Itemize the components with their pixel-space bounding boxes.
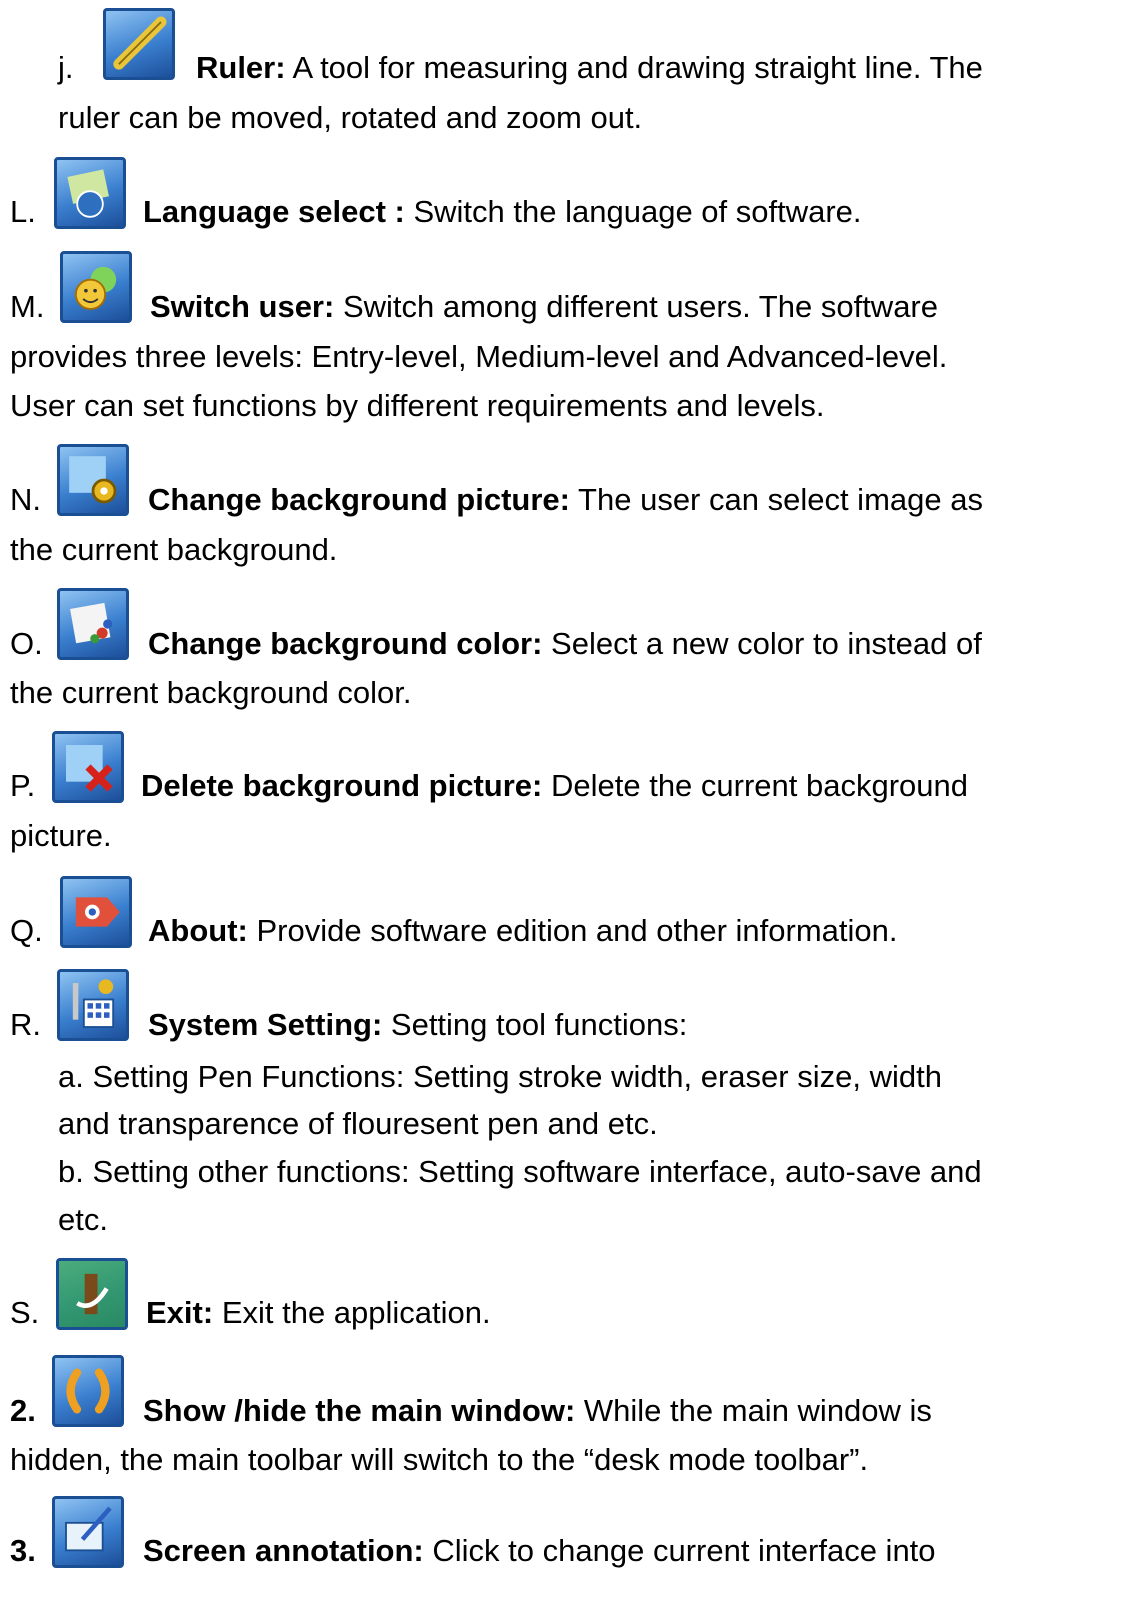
- item-continuation: hidden, the main toolbar will switch to …: [10, 1442, 869, 1477]
- document-page: j. Ruler: A tool for measuring and drawi…: [0, 0, 1126, 1619]
- background-color-icon: [57, 588, 129, 660]
- section-number: 3.: [10, 1533, 36, 1568]
- background-picture-icon: [57, 444, 129, 516]
- item-continuation: User can set functions by different requ…: [10, 388, 825, 423]
- delete-background-icon: [52, 731, 124, 803]
- item-continuation: the current background.: [10, 532, 338, 567]
- item-description: Exit the application.: [221, 1295, 491, 1330]
- item-continuation: the current background color.: [10, 675, 412, 710]
- item-continuation: picture.: [10, 818, 112, 853]
- item-description: Setting tool functions:: [390, 1007, 688, 1042]
- screen-annotation-icon: [52, 1496, 124, 1568]
- item-marker: O.: [10, 626, 43, 661]
- item-title: Delete background picture:: [141, 768, 543, 803]
- item-title: Show /hide the main window:: [143, 1393, 576, 1428]
- item-description: Provide software edition and other infor…: [256, 913, 898, 948]
- sub-item: and transparence of flouresent pen and e…: [58, 1106, 658, 1141]
- item-description: Click to change current interface into: [432, 1533, 936, 1568]
- system-setting-icon: [57, 969, 129, 1041]
- ruler-icon: [103, 8, 175, 80]
- item-marker: P.: [10, 768, 36, 803]
- language-globe-icon: [54, 157, 126, 229]
- about-icon: [60, 876, 132, 948]
- item-title: Switch user:: [150, 289, 335, 324]
- exit-icon: [56, 1258, 128, 1330]
- item-marker: L.: [10, 194, 36, 229]
- item-title: Change background picture:: [148, 482, 570, 517]
- item-title: Screen annotation:: [143, 1533, 424, 1568]
- item-marker: Q.: [10, 913, 43, 948]
- switch-user-icon: [60, 251, 132, 323]
- item-title: Ruler:: [196, 50, 286, 85]
- item-title: About:: [148, 913, 248, 948]
- item-description: A tool for measuring and drawing straigh…: [292, 50, 983, 85]
- item-marker: S.: [10, 1295, 40, 1330]
- item-description: Delete the current background: [550, 768, 969, 803]
- item-title: Language select :: [143, 194, 405, 229]
- item-description: Switch the language of software.: [413, 194, 862, 229]
- item-marker: j.: [58, 50, 74, 85]
- item-description: Switch among different users. The softwa…: [342, 289, 938, 324]
- item-continuation: provides three levels: Entry-level, Medi…: [10, 339, 948, 374]
- item-description: While the main window is: [583, 1393, 932, 1428]
- item-description: The user can select image as: [578, 482, 983, 517]
- item-continuation: ruler can be moved, rotated and zoom out…: [58, 100, 643, 135]
- item-title: Change background color:: [148, 626, 543, 661]
- sub-item: b. Setting other functions: Setting soft…: [58, 1154, 982, 1189]
- sub-item: a. Setting Pen Functions: Setting stroke…: [58, 1059, 942, 1094]
- item-title: System Setting:: [148, 1007, 383, 1042]
- item-description: Select a new color to instead of: [551, 626, 982, 661]
- section-number: 2.: [10, 1393, 36, 1428]
- item-title: Exit:: [146, 1295, 214, 1330]
- item-marker: M.: [10, 289, 45, 324]
- sub-item: etc.: [58, 1202, 108, 1237]
- item-marker: N.: [10, 482, 41, 517]
- show-hide-window-icon: [52, 1355, 124, 1427]
- item-marker: R.: [10, 1007, 41, 1042]
